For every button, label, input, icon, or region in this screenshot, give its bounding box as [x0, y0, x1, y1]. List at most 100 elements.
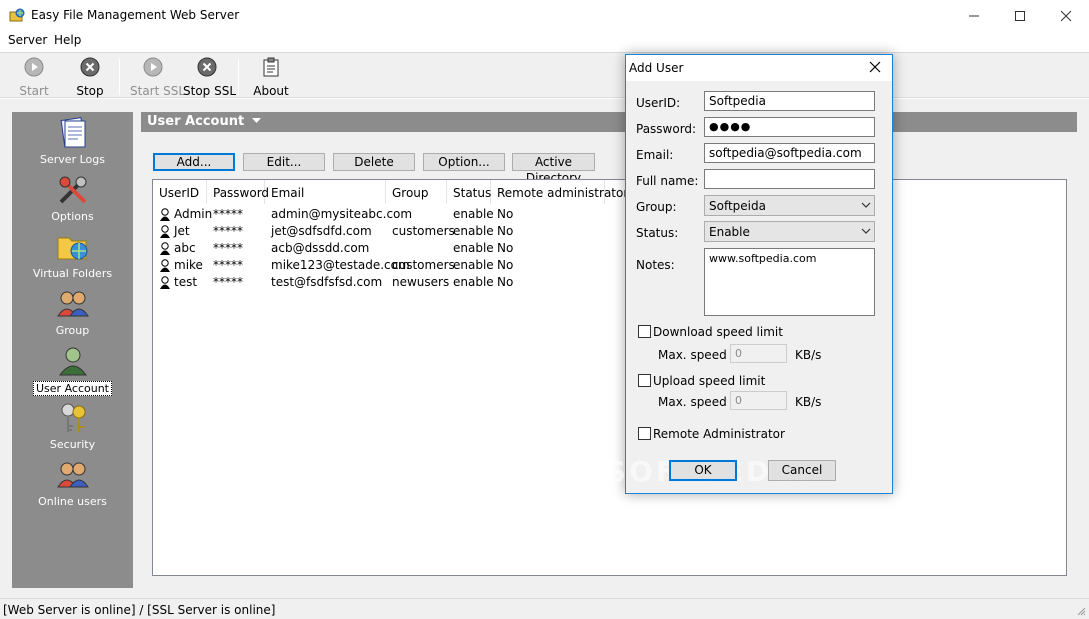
delete-button[interactable]: Delete [333, 153, 415, 171]
resize-grip-icon[interactable] [1076, 606, 1086, 616]
server-status: [Web Server is online] / [SSL Server is … [3, 603, 276, 617]
sidebar-item-group[interactable]: Group [12, 286, 133, 342]
user-row-icon [160, 242, 170, 255]
status-bar: [Web Server is online] / [SSL Server is … [0, 598, 1089, 619]
download-speed-input[interactable]: 0 [730, 344, 787, 363]
notes-textarea[interactable]: www.softpedia.com [704, 248, 875, 316]
table-row[interactable]: Admin ***** admin@mysiteabc.com enable No [153, 206, 1066, 223]
email-field[interactable]: softpedia@softpedia.com [704, 143, 875, 163]
tools-icon [59, 176, 86, 204]
sidebar-item-online-users[interactable]: Online users [12, 457, 133, 513]
table-cell: enable [453, 224, 494, 238]
table-cell: enable [453, 241, 494, 255]
sidebar-item-virtual-folders[interactable]: Virtual Folders [12, 229, 133, 285]
add-user-dialog: Add User UserID: Softpedia Password: ●●●… [606, 54, 893, 494]
add-button[interactable]: Add... [153, 153, 235, 171]
menu-bar: Server Help [0, 31, 1089, 51]
table-cell: No [497, 258, 514, 272]
upload-limit-checkbox[interactable]: Upload speed limit [638, 374, 765, 388]
column-group[interactable]: Group [386, 180, 447, 204]
download-limit-checkbox[interactable]: Download speed limit [638, 325, 783, 339]
upload-speed-input[interactable]: 0 [730, 391, 787, 410]
column-status[interactable]: Status [447, 180, 491, 204]
table-cell: customers [392, 258, 455, 272]
sidebar: Server Logs Options Virtual Folders Grou… [12, 112, 133, 588]
cancel-button[interactable]: Cancel [768, 460, 836, 481]
table-cell: newusers [392, 275, 450, 289]
window-title: Easy File Management Web Server [31, 8, 240, 22]
about-button[interactable]: About [252, 57, 290, 98]
column-password[interactable]: Password [207, 180, 269, 204]
table-cell: jet@sdfsdfd.com [271, 224, 372, 238]
userid-field[interactable]: Softpedia [704, 91, 875, 111]
table-cell: acb@dssdd.com [271, 241, 370, 255]
group-select[interactable]: Softpeida [704, 195, 875, 216]
folder-globe-icon [57, 237, 87, 260]
sidebar-item-security[interactable]: Security [12, 400, 133, 456]
checkbox-box [638, 325, 651, 338]
maximize-button[interactable] [997, 0, 1043, 31]
user-row-icon [160, 276, 170, 289]
menu-server[interactable]: Server [8, 33, 47, 47]
dialog-close-icon[interactable] [866, 58, 884, 76]
chevron-down-icon [251, 118, 261, 123]
password-field[interactable]: ●●●● [704, 117, 875, 137]
table-cell: abc [159, 241, 196, 255]
server-logs-icon [60, 117, 85, 148]
content-header[interactable]: User Account [141, 112, 1077, 132]
stop-button[interactable]: Stop [74, 57, 106, 98]
option-button[interactable]: Option... [423, 153, 505, 171]
email-label: Email: [636, 148, 674, 162]
download-speed-unit: KB/s [795, 348, 822, 362]
checkbox-box [638, 374, 651, 387]
table-cell: ***** [213, 207, 243, 221]
table-cell: mike123@testade.com [271, 258, 410, 272]
close-button[interactable] [1043, 0, 1089, 31]
userid-label: UserID: [636, 96, 681, 110]
user-row-icon [160, 208, 170, 221]
start-ssl-button[interactable]: Start SSL [130, 57, 185, 98]
title-bar: Easy File Management Web Server [0, 0, 1089, 31]
group-icon [56, 291, 89, 317]
sidebar-item-server-logs[interactable]: Server Logs [12, 115, 133, 171]
table-cell: No [497, 207, 514, 221]
start-button[interactable]: Start [18, 57, 50, 98]
minimize-button[interactable] [951, 0, 997, 31]
content-panel: User Account Add... Edit... Delete Optio… [141, 112, 1077, 588]
sidebar-item-user-account[interactable]: User Account [12, 343, 133, 399]
column-userid[interactable]: UserID [153, 180, 207, 204]
upload-speed-label: Max. speed [658, 395, 727, 409]
play-ssl-icon [143, 57, 163, 77]
stop-ssl-button[interactable]: Stop SSL [183, 57, 236, 98]
table-row[interactable]: Jet ***** jet@sdfsdfd.com customers enable No [153, 223, 1066, 240]
dialog-title-bar: Add User [626, 55, 892, 81]
menu-help[interactable]: Help [54, 33, 81, 47]
table-cell: ***** [213, 275, 243, 289]
column-email[interactable]: Email [265, 180, 386, 204]
table-row[interactable]: abc ***** acb@dssdd.com enable No [153, 240, 1066, 257]
edit-button[interactable]: Edit... [243, 153, 325, 171]
status-selected-value: Enable [709, 225, 750, 239]
active-directory-button[interactable]: Active Directory [512, 153, 595, 185]
user-row-icon [160, 225, 170, 238]
fullname-field[interactable] [704, 169, 875, 189]
stop-ssl-icon [197, 57, 217, 77]
list-header: UserID Password Email Group Status Remot… [153, 180, 1066, 204]
remote-admin-checkbox[interactable]: Remote Administrator [638, 427, 785, 441]
play-icon [24, 57, 44, 77]
column-remote-admin[interactable]: Remote administrator [491, 180, 628, 204]
table-cell: No [497, 275, 514, 289]
table-cell: enable [453, 275, 494, 289]
status-select[interactable]: Enable [704, 221, 875, 242]
table-cell: ***** [213, 258, 243, 272]
sidebar-item-options[interactable]: Options [12, 172, 133, 228]
table-row[interactable]: test ***** test@fsdfsfsd.com newusers enable… [153, 274, 1066, 291]
maximize-icon [1015, 10, 1025, 21]
user-list[interactable]: UserID Password Email Group Status Remot… [152, 179, 1067, 576]
table-cell: No [497, 224, 514, 238]
table-row[interactable]: mike ***** mike123@testade.com customers ena… [153, 257, 1066, 274]
keys-icon [61, 403, 85, 432]
ok-button[interactable]: OK [669, 460, 737, 481]
table-cell: ***** [213, 224, 243, 238]
upload-speed-unit: KB/s [795, 395, 822, 409]
